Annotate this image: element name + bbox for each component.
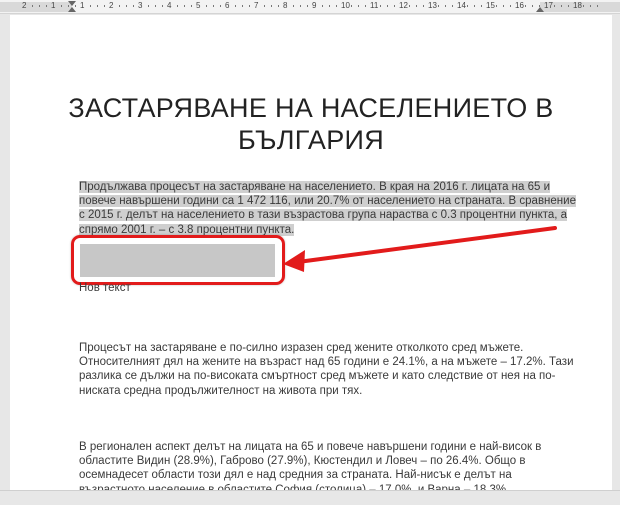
status-bar (0, 490, 620, 505)
vertical-scrollbar[interactable] (612, 14, 620, 490)
annotation-arrow (283, 226, 557, 272)
